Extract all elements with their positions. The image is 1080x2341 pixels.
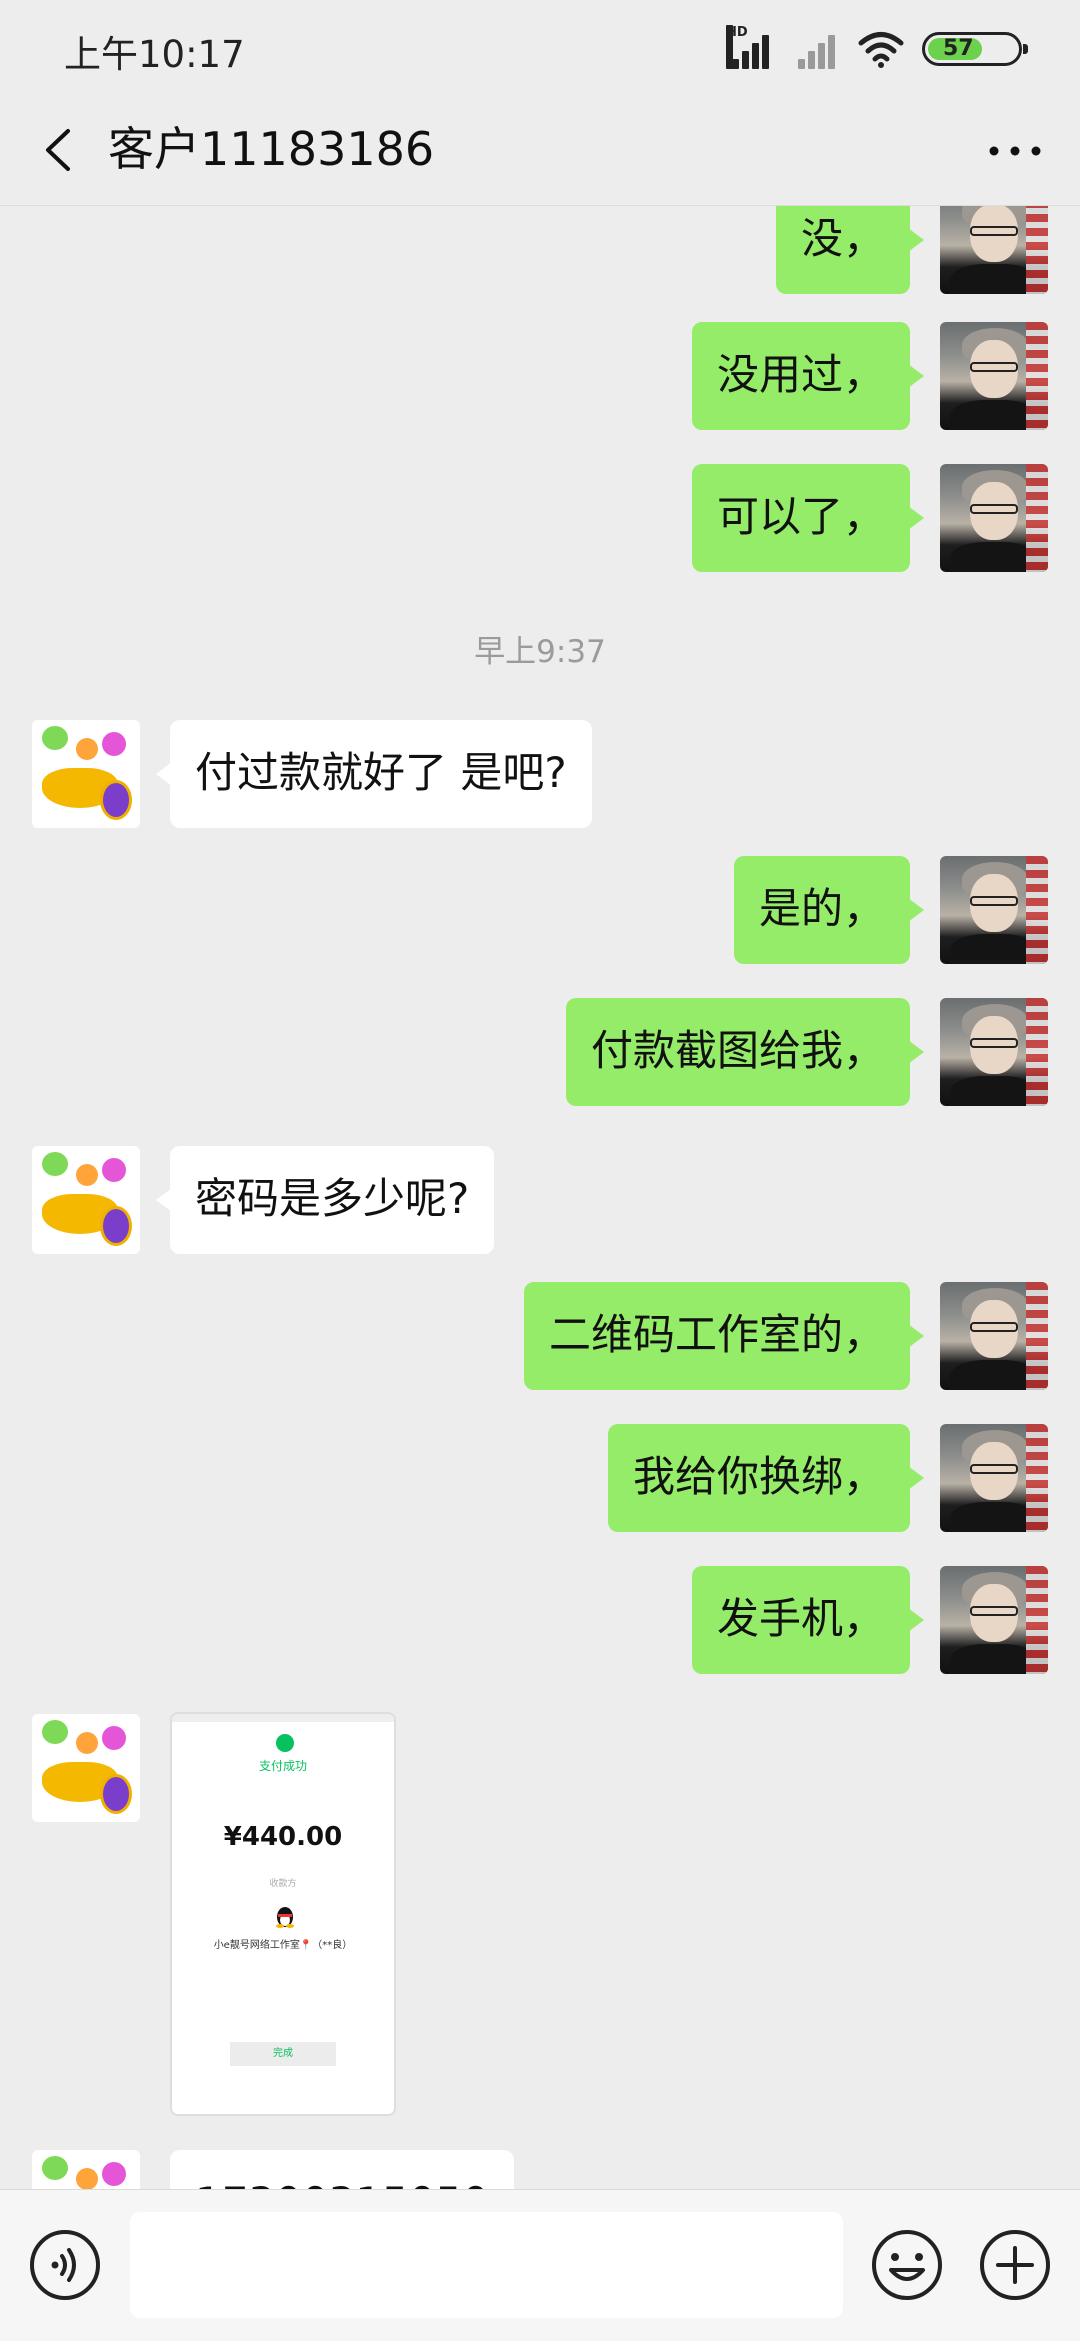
- status-time: 上午10:17: [64, 33, 245, 76]
- avatar-me[interactable]: [940, 322, 1048, 430]
- message-outgoing: 没用过，: [0, 322, 1080, 432]
- voice-button[interactable]: [28, 2228, 102, 2302]
- battery-level: 57: [943, 36, 974, 61]
- more-horizontal-icon: [989, 146, 1041, 156]
- message-outgoing: 是的，: [0, 856, 1080, 966]
- input-bar: [0, 2189, 1080, 2341]
- avatar-me[interactable]: [940, 464, 1048, 572]
- payee-label: 收款方: [269, 1879, 297, 1889]
- payment-amount: ¥440.00: [223, 1822, 343, 1852]
- battery-icon: 57: [922, 32, 1028, 66]
- message-bubble[interactable]: 我给你换绑，: [607, 1424, 925, 1532]
- avatar-contact[interactable]: [32, 720, 140, 828]
- payee-name: 小e靓号网络工作室📍（**良）: [213, 1940, 353, 1951]
- message-bubble[interactable]: 没用过，: [691, 322, 925, 430]
- message-incoming: 17300315050: [0, 2144, 1080, 2189]
- page-title: 客户11183186: [108, 122, 435, 176]
- message-outgoing: 发手机，: [0, 1566, 1080, 1676]
- message-incoming: 付过款就好了 是吧?: [0, 714, 1080, 828]
- more-actions-button[interactable]: [978, 2228, 1052, 2302]
- message-outgoing: 我给你换绑，: [0, 1424, 1080, 1534]
- message-outgoing: 付款截图给我，: [0, 998, 1080, 1108]
- plus-circle-icon: [980, 2230, 1050, 2300]
- message-list[interactable]: 没， 没用过， 可以了， 早上9:37 付过款就好了 是吧? 是的， 付款截图给…: [0, 206, 1080, 2189]
- message-bubble[interactable]: 是的，: [733, 856, 925, 964]
- message-bubble[interactable]: 付款截图给我，: [565, 998, 925, 1106]
- chevron-left-icon: [46, 129, 70, 171]
- avatar-me[interactable]: [940, 856, 1048, 964]
- chat-header: 客户11183186: [0, 95, 1080, 206]
- voice-icon: [30, 2230, 100, 2300]
- avatar-contact[interactable]: [32, 2150, 140, 2189]
- status-icons: HD 57: [726, 25, 1028, 72]
- avatar-me[interactable]: [940, 998, 1048, 1106]
- back-button[interactable]: [32, 117, 92, 183]
- avatar-me[interactable]: [940, 1282, 1048, 1390]
- emoji-button[interactable]: [870, 2228, 944, 2302]
- payment-screenshot-image[interactable]: 支付成功 ¥440.00 收款方 小e靓号网络工作室📍（**良） 完成: [170, 1712, 396, 2116]
- message-outgoing: 二维码工作室的，: [0, 1282, 1080, 1392]
- message-bubble[interactable]: 17300315050: [170, 2150, 514, 2189]
- signal-secondary-icon: [792, 29, 840, 69]
- message-bubble[interactable]: 付过款就好了 是吧?: [156, 720, 592, 828]
- avatar-me[interactable]: [940, 1566, 1048, 1674]
- message-bubble[interactable]: 可以了，: [691, 464, 925, 572]
- message-input[interactable]: [130, 2212, 843, 2318]
- avatar-me[interactable]: [940, 206, 1048, 294]
- message-incoming: 密码是多少呢?: [0, 1140, 1080, 1254]
- message-bubble[interactable]: 密码是多少呢?: [155, 1146, 495, 1254]
- avatar-contact[interactable]: [32, 1714, 140, 1822]
- message-timestamp: 早上9:37: [474, 634, 606, 670]
- avatar-me[interactable]: [940, 1424, 1048, 1532]
- message-outgoing: 没，: [0, 206, 1080, 296]
- message-bubble[interactable]: 发手机，: [691, 1566, 925, 1674]
- message-bubble[interactable]: 没，: [775, 206, 925, 294]
- more-button[interactable]: [980, 123, 1050, 179]
- message-incoming-image: 支付成功 ¥440.00 收款方 小e靓号网络工作室📍（**良） 完成: [0, 1708, 1080, 2128]
- qq-penguin-icon: [276, 1907, 294, 1928]
- message-outgoing: 可以了，: [0, 464, 1080, 574]
- status-bar: 上午10:17 HD 57: [0, 0, 1080, 95]
- wifi-icon: [858, 32, 904, 68]
- done-button: 完成: [230, 2042, 336, 2066]
- avatar-contact[interactable]: [32, 1146, 140, 1254]
- emoji-icon: [872, 2230, 942, 2300]
- message-bubble[interactable]: 二维码工作室的，: [523, 1282, 925, 1390]
- payment-status: 支付成功: [258, 1759, 307, 1773]
- signal-icon: HD: [726, 25, 774, 69]
- check-icon: [276, 1734, 294, 1752]
